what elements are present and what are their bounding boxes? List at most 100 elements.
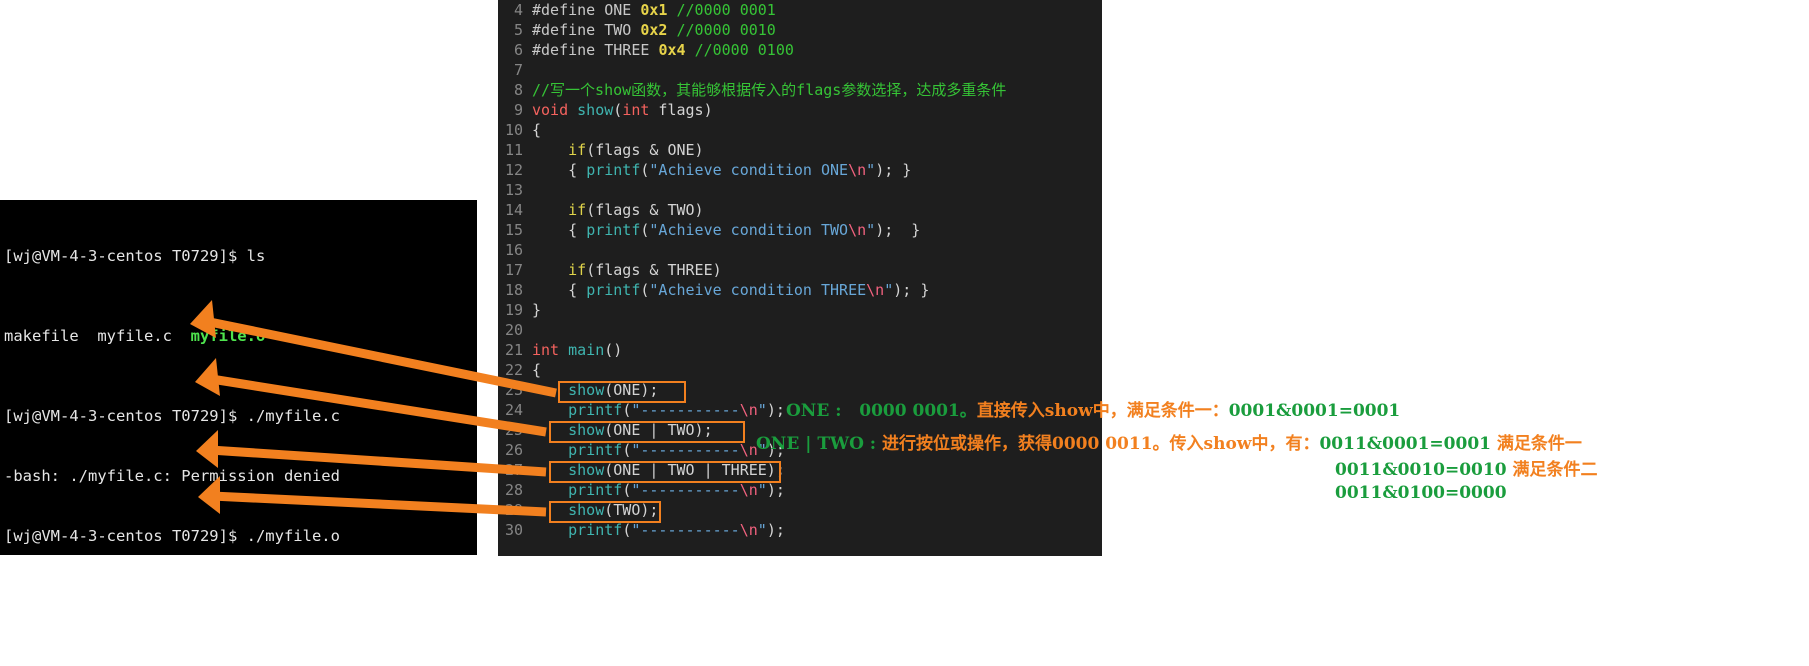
code-line[interactable]: 27 show(ONE | TWO | THREE);	[498, 460, 1102, 480]
code-token: 0x1	[640, 1, 668, 19]
code-line[interactable]: 6 #define THREE 0x4 //0000 0100	[498, 40, 1102, 60]
code-line-text: printf("-----------\n");	[532, 400, 785, 420]
code-token: 0x2	[640, 21, 668, 39]
code-line[interactable]: 7	[498, 60, 1102, 80]
code-token: (ONE | TWO | THREE);	[604, 461, 785, 479]
annotation-line-four: 0011&0100=0000	[1335, 482, 1507, 504]
code-line[interactable]: 14 if(flags & TWO)	[498, 200, 1102, 220]
code-line-text: int main()	[532, 340, 622, 360]
code-token: "	[866, 161, 876, 179]
line-number: 22	[504, 361, 523, 379]
annotation-line-one: ONE : 0000 0001。直接传入show中，满足条件一：0001&000…	[786, 400, 1400, 422]
line-number: 29	[504, 501, 523, 519]
code-line[interactable]: 13	[498, 180, 1102, 200]
code-line-text: {	[532, 120, 541, 140]
code-token: (	[613, 101, 623, 119]
line-number: 5	[513, 21, 523, 39]
code-token: );	[766, 481, 785, 499]
code-token: "-----------	[631, 401, 740, 419]
line-number: 20	[504, 321, 523, 339]
annotation-one-cond: 满足条件一：	[1126, 401, 1229, 421]
code-line-text: //写一个show函数，其能够根据传入的flags参数选择，达成多重条件	[532, 80, 1006, 100]
code-line[interactable]: 11 if(flags & ONE)	[498, 140, 1102, 160]
terminal-line-command: [wj@VM-4-3-centos T0729]$ ./myfile.o	[4, 527, 340, 545]
line-number: 17	[504, 261, 523, 279]
code-line[interactable]: 9 void show(int flags)	[498, 100, 1102, 120]
line-number: 13	[504, 181, 523, 199]
code-line[interactable]: 18 { printf("Acheive condition THREE\n")…	[498, 280, 1102, 300]
terminal-line-command: [wj@VM-4-3-centos T0729]$ ls	[4, 247, 266, 265]
code-line-text: printf("-----------\n");	[532, 520, 785, 540]
code-line[interactable]: 17 if(flags & THREE)	[498, 260, 1102, 280]
code-line-text: { printf("Achieve condition ONE\n"); }	[532, 160, 911, 180]
code-line[interactable]: 12 { printf("Achieve condition ONE\n"); …	[498, 160, 1102, 180]
code-token: (	[622, 441, 632, 459]
code-token: //0000 0100	[694, 41, 794, 59]
code-token: printf	[586, 221, 641, 239]
code-line[interactable]: 10 {	[498, 120, 1102, 140]
code-token: "	[866, 221, 876, 239]
annotation-two-desc: 进行按位或操作，获得0000 0011。传入show中，有：	[876, 434, 1320, 454]
code-line-text: #define TWO 0x2 //0000 0010	[532, 20, 776, 40]
code-token: ()	[604, 341, 623, 359]
code-line[interactable]: 22 {	[498, 360, 1102, 380]
code-token: (	[622, 401, 632, 419]
code-line-text: show(ONE);	[532, 380, 658, 400]
code-token: );	[766, 521, 785, 539]
screenshot-root: [wj@VM-4-3-centos T0729]$ ls makefile my…	[0, 0, 1809, 666]
code-line-text: if(flags & THREE)	[532, 260, 722, 280]
code-token: "-----------	[631, 481, 740, 499]
line-number: 23	[504, 381, 523, 399]
code-line[interactable]: 23 show(ONE);	[498, 380, 1102, 400]
code-line[interactable]: 15 { printf("Achieve condition TWO\n"); …	[498, 220, 1102, 240]
code-line-text: show(TWO);	[532, 500, 658, 520]
code-token: "	[757, 481, 767, 499]
code-token: int	[622, 101, 650, 119]
code-token: \n	[739, 481, 758, 499]
code-token: (flags & ONE)	[586, 141, 704, 159]
code-token: int	[532, 341, 569, 359]
code-token: {	[532, 161, 587, 179]
line-number: 18	[504, 281, 523, 299]
code-editor[interactable]: 4 #define ONE 0x1 //0000 0001 5 #define TWO…	[498, 0, 1102, 556]
code-token: ); }	[893, 281, 930, 299]
code-line[interactable]: 8 //写一个show函数，其能够根据传入的flags参数选择，达成多重条件	[498, 80, 1102, 100]
code-line[interactable]: 21 int main()	[498, 340, 1102, 360]
code-line[interactable]: 19}	[498, 300, 1102, 320]
code-token: "	[884, 281, 894, 299]
code-line[interactable]: 29 show(TWO);	[498, 500, 1102, 520]
code-line[interactable]: 4 #define ONE 0x1 //0000 0001	[498, 0, 1102, 20]
code-token: flags)	[649, 101, 713, 119]
code-line[interactable]: 20	[498, 320, 1102, 340]
terminal-line-command: [wj@VM-4-3-centos T0729]$ ./myfile.c	[4, 407, 340, 425]
code-token: show	[568, 501, 605, 519]
code-line-text: printf("-----------\n");	[532, 440, 785, 460]
code-token: \n	[739, 401, 758, 419]
code-line[interactable]: 16	[498, 240, 1102, 260]
code-token: //0000 0001	[676, 1, 776, 19]
code-token: "-----------	[631, 521, 740, 539]
code-token: show	[577, 101, 614, 119]
line-number: 6	[513, 41, 523, 59]
code-line-text: }	[532, 300, 541, 320]
code-line[interactable]: 30 printf("-----------\n");	[498, 520, 1102, 540]
code-line[interactable]: 5 #define TWO 0x2 //0000 0010	[498, 20, 1102, 40]
code-line[interactable]: 28 printf("-----------\n");	[498, 480, 1102, 500]
code-token: printf	[568, 441, 623, 459]
code-token: }	[532, 301, 542, 319]
line-number: 28	[504, 481, 523, 499]
terminal-window[interactable]: [wj@VM-4-3-centos T0729]$ ls makefile my…	[0, 200, 477, 555]
line-number: 14	[504, 201, 523, 219]
code-token: \n	[866, 281, 885, 299]
code-token: );	[766, 401, 785, 419]
code-line-text: if(flags & ONE)	[532, 140, 704, 160]
